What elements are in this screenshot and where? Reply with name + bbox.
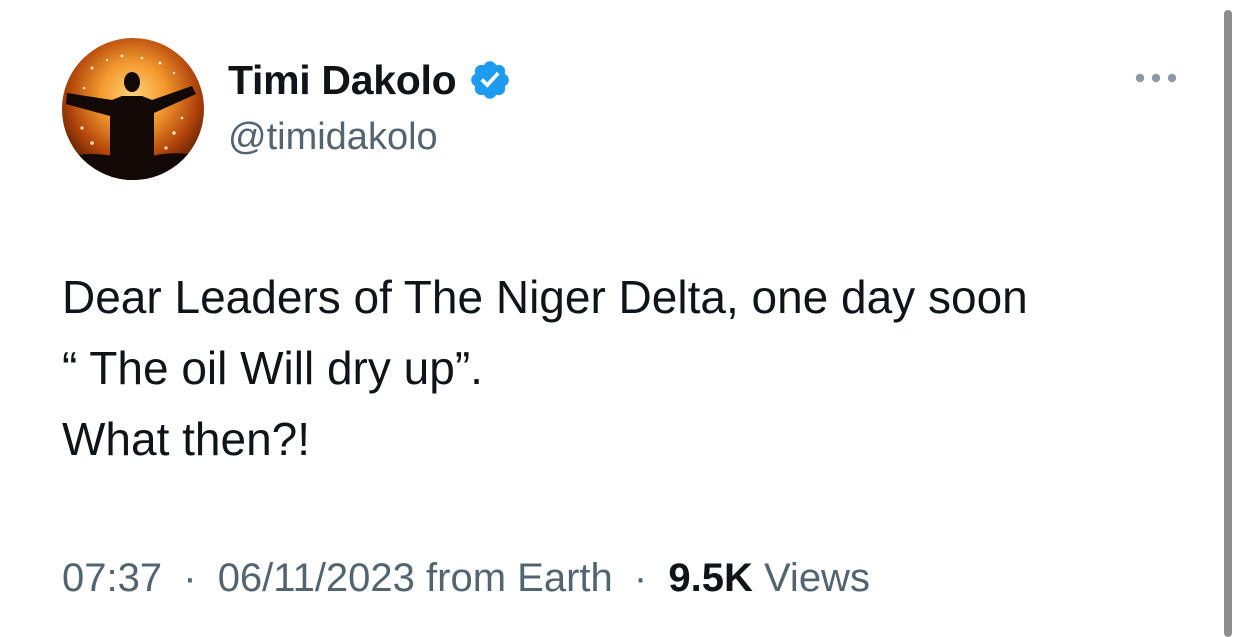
tweet-detail: Timi Dakolo @timidakolo Dear Leaders of … xyxy=(0,0,1242,637)
tweet-source: from Earth xyxy=(426,556,613,600)
views-count[interactable]: 9.5K xyxy=(668,556,753,600)
more-horizontal-icon xyxy=(1135,73,1177,83)
tweet-text-line: Dear Leaders of The Niger Delta, one day… xyxy=(62,271,1028,323)
tweet-time[interactable]: 07:37 xyxy=(62,556,162,600)
verified-badge-icon[interactable] xyxy=(468,58,512,102)
views-label[interactable]: Views xyxy=(764,556,870,600)
author-display-name[interactable]: Timi Dakolo xyxy=(228,57,457,104)
tweet-text-line: “ The oil Will dry up”. xyxy=(62,342,483,394)
meta-separator: · xyxy=(633,556,648,600)
tweet-text: Dear Leaders of The Niger Delta, one day… xyxy=(62,262,1202,475)
avatar[interactable] xyxy=(62,38,204,180)
avatar-image xyxy=(62,38,204,180)
meta-separator: · xyxy=(183,556,197,600)
scrollbar[interactable] xyxy=(1224,10,1232,637)
author-handle[interactable]: @timidakolo xyxy=(228,116,438,159)
author-name-row: Timi Dakolo xyxy=(228,54,512,106)
tweet-meta: 07:37 · 06/11/2023 from Earth · 9.5K Vie… xyxy=(62,556,870,601)
tweet-date[interactable]: 06/11/2023 xyxy=(218,556,415,600)
more-button[interactable] xyxy=(1128,62,1184,94)
tweet-text-line: What then?! xyxy=(62,413,311,465)
